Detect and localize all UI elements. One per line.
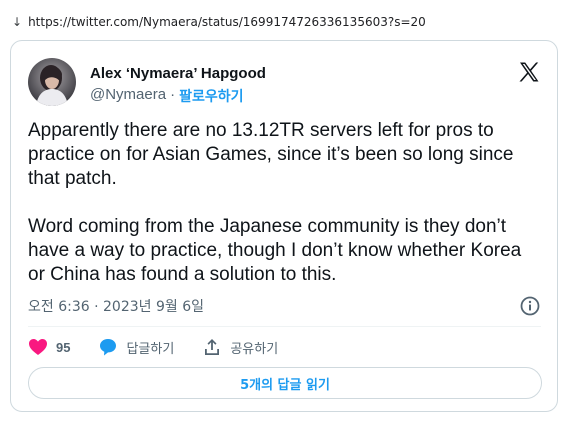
separator-dot: · (170, 86, 176, 103)
divider (28, 326, 541, 327)
reply-button[interactable]: 답글하기 (98, 337, 174, 357)
url-text[interactable]: https://twitter.com/Nymaera/status/16991… (28, 15, 426, 29)
author-handle[interactable]: @Nymaera (90, 86, 166, 106)
tweet-card: Alex ‘Nymaera’ Hapgood @Nymaera · 팔로우하기 … (10, 40, 558, 412)
share-label: 공유하기 (230, 341, 279, 357)
reply-label: 답글하기 (126, 341, 175, 357)
tweet-paragraph-1: Apparently there are no 13.12TR servers … (28, 120, 514, 189)
tweet-timestamp[interactable]: 오전 6:36 · 2023년 9월 6일 (28, 296, 204, 316)
author-name[interactable]: Alex ‘Nymaera’ Hapgood (90, 65, 266, 82)
tweet-actions: 95 답글하기 공유하기 (28, 337, 306, 357)
like-count: 95 (56, 339, 71, 355)
info-icon[interactable] (519, 295, 541, 317)
url-bar[interactable]: ↓ https://twitter.com/Nymaera/status/169… (12, 15, 426, 29)
tweet-text: Apparently there are no 13.12TR servers … (28, 119, 540, 311)
share-button[interactable]: 공유하기 (202, 337, 278, 357)
heart-icon (28, 338, 48, 356)
follow-button[interactable]: 팔로우하기 (179, 86, 243, 106)
tweet-paragraph-2: Word coming from the Japanese community … (28, 216, 522, 285)
handle-row: @Nymaera · 팔로우하기 (90, 86, 243, 106)
read-replies-button[interactable]: 5개의 답글 읽기 (28, 367, 542, 399)
like-button[interactable]: 95 (28, 338, 70, 356)
x-logo-icon[interactable] (517, 60, 541, 84)
avatar[interactable] (28, 58, 76, 106)
download-arrow-icon: ↓ (12, 15, 23, 29)
share-icon (202, 337, 222, 357)
reply-bubble-icon (98, 337, 118, 357)
